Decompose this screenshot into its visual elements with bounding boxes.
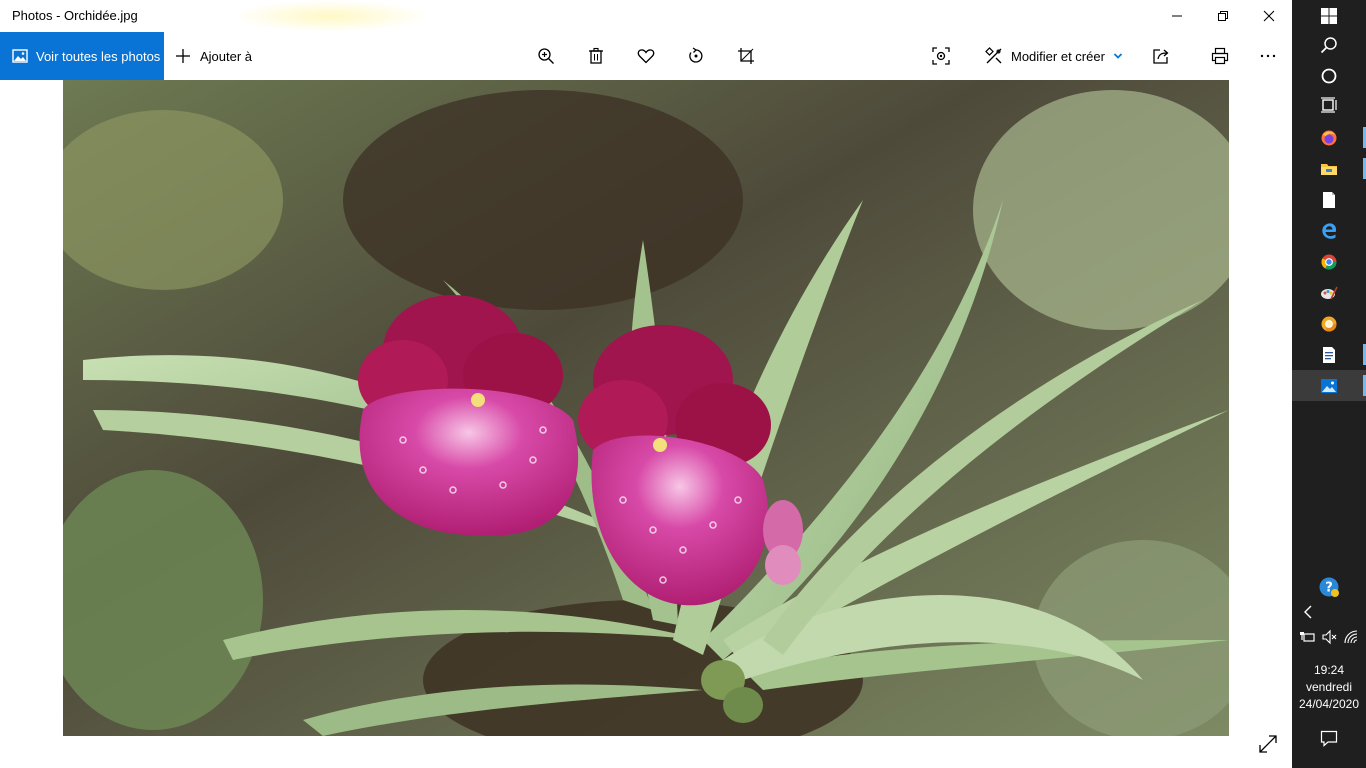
print-icon — [1211, 47, 1229, 65]
edit-create-label: Modifier et créer — [1011, 48, 1105, 64]
orchid-photo — [63, 80, 1229, 736]
enhance-icon — [932, 47, 950, 65]
document-icon — [1323, 191, 1335, 208]
crop-button[interactable] — [736, 46, 756, 66]
rotate-button[interactable] — [686, 46, 706, 66]
clock-day: vendredi — [1305, 680, 1353, 694]
zoom-button[interactable] — [536, 46, 556, 66]
show-hidden-icons-button[interactable] — [1292, 604, 1366, 620]
search-icon — [1320, 36, 1337, 53]
taskbar-app-firefox[interactable] — [1292, 122, 1366, 153]
edge-icon — [1322, 222, 1337, 239]
restore-button[interactable] — [1200, 0, 1246, 32]
zoom-icon — [538, 48, 554, 64]
chrome-icon — [1321, 254, 1337, 270]
taskbar-app-paint[interactable] — [1292, 277, 1366, 308]
favorite-button[interactable] — [636, 46, 656, 66]
add-to-button[interactable]: Ajouter à — [174, 32, 252, 80]
notification-icon — [1320, 730, 1338, 747]
firefox-icon — [1321, 130, 1337, 145]
title-bar: Photos - Orchidée.jpg — [0, 0, 1292, 32]
search-button[interactable] — [1292, 29, 1366, 60]
cortana-icon — [1321, 68, 1337, 83]
windows-icon — [1321, 7, 1337, 24]
taskbar-app-chrome-canary[interactable] — [1292, 308, 1366, 339]
clock-time: 19:24 — [1313, 663, 1345, 677]
action-center-button[interactable] — [1292, 729, 1366, 747]
restore-icon — [1218, 11, 1228, 21]
clock[interactable]: 19:24 vendredi 24/04/2020 — [1292, 662, 1366, 713]
minimize-button[interactable] — [1154, 0, 1200, 32]
cortana-button[interactable] — [1292, 60, 1366, 91]
taskbar-app-word[interactable] — [1292, 339, 1366, 370]
delete-button[interactable] — [586, 46, 606, 66]
start-button[interactable] — [1292, 0, 1366, 31]
taskbar: ? 19:24 vendredi 24/04/2020 — [1292, 0, 1366, 768]
taskbar-app-notepad[interactable] — [1292, 184, 1366, 215]
all-photos-button[interactable]: Voir toutes les photos — [0, 32, 164, 80]
paint-icon — [1321, 286, 1338, 299]
photo-viewer-image[interactable] — [63, 80, 1229, 736]
more-icon — [1260, 54, 1276, 58]
expand-icon — [1259, 735, 1277, 753]
minimize-icon — [1172, 15, 1182, 17]
crop-icon — [738, 48, 754, 64]
fullscreen-button[interactable] — [1257, 733, 1279, 755]
chrome-canary-icon — [1321, 316, 1337, 332]
more-button[interactable] — [1258, 46, 1278, 66]
clock-date: 24/04/2020 — [1298, 697, 1360, 711]
chevron-down-icon — [1113, 51, 1123, 61]
taskbar-app-photos[interactable] — [1292, 370, 1366, 401]
photos-app-icon — [1321, 378, 1337, 393]
system-tray-icons — [1292, 629, 1366, 645]
network-adapter-icon[interactable] — [1299, 629, 1315, 645]
window-title: Photos - Orchidée.jpg — [12, 8, 138, 23]
heart-icon — [637, 49, 655, 64]
share-icon — [1153, 49, 1169, 64]
photos-icon — [12, 48, 28, 64]
add-to-label: Ajouter à — [200, 48, 253, 64]
share-button[interactable] — [1151, 46, 1171, 66]
volume-muted-icon[interactable] — [1321, 629, 1337, 645]
all-photos-label: Voir toutes les photos — [36, 48, 161, 64]
chevron-left-icon — [1304, 605, 1312, 619]
taskbar-app-edge[interactable] — [1292, 215, 1366, 246]
title-glow — [230, 0, 430, 32]
enhance-button[interactable] — [931, 46, 951, 66]
print-button[interactable] — [1210, 46, 1230, 66]
folder-icon — [1321, 163, 1337, 175]
photos-app-window: Photos - Orchidée.jpg Voir toutes les ph… — [0, 0, 1292, 768]
delete-icon — [589, 47, 603, 64]
wifi-icon[interactable] — [1343, 629, 1359, 645]
close-icon — [1263, 10, 1275, 22]
task-view-button[interactable] — [1292, 89, 1366, 120]
taskbar-app-file-explorer[interactable] — [1292, 153, 1366, 184]
help-icon: ? — [1319, 577, 1339, 597]
taskbar-app-chrome[interactable] — [1292, 246, 1366, 277]
help-tray-button[interactable]: ? — [1292, 576, 1366, 598]
edit-icon — [985, 47, 1003, 65]
toolbar: Voir toutes les photos Ajouter à Modifie… — [0, 32, 1292, 80]
edit-create-button[interactable]: Modifier et créer — [985, 32, 1123, 80]
rotate-icon — [689, 47, 703, 63]
task-view-icon — [1321, 96, 1337, 113]
close-button[interactable] — [1246, 0, 1292, 32]
plus-icon — [174, 47, 192, 65]
word-document-icon — [1323, 346, 1335, 363]
